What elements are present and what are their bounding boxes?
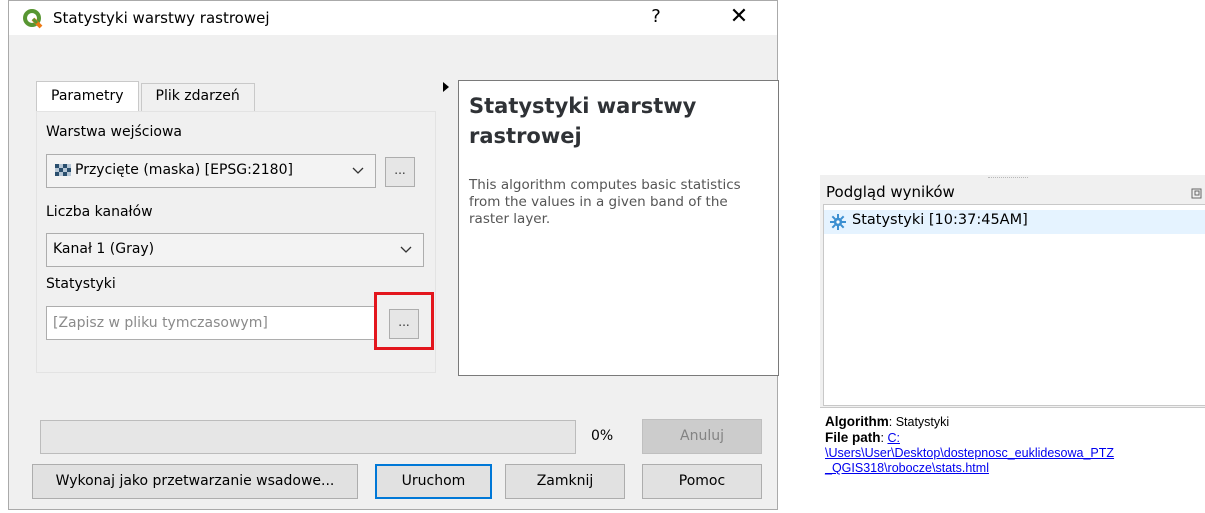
input-layer-browse-button[interactable]: ... <box>385 157 415 187</box>
chevron-down-icon <box>352 167 364 174</box>
results-viewer-panel: Podgląd wyników Statystyki [10:37:45AM] … <box>820 175 1205 513</box>
input-layer-combo[interactable]: Przycięte (maska) [EPSG:2180] <box>46 154 376 188</box>
list-item[interactable]: Statystyki [10:37:45AM] <box>824 210 1205 234</box>
help-panel: Statystyki warstwy rastrowej This algori… <box>458 80 779 376</box>
panel-grip[interactable] <box>988 177 1028 178</box>
band-value: Kanał 1 (Gray) <box>53 241 155 257</box>
results-list: Statystyki [10:37:45AM] <box>823 204 1205 406</box>
result-info-panel: Algorithm: Statystyki File path: C: \Use… <box>820 407 1205 513</box>
file-path-link-part3[interactable]: _QGIS318\robocze\stats.html <box>825 461 989 475</box>
tab-log[interactable]: Plik zdarzeń <box>140 83 255 111</box>
cancel-button[interactable]: Anuluj <box>642 419 762 454</box>
parameters-panel: Warstwa wejściowa Przycięte (maska) [EPS… <box>36 111 436 373</box>
help-button[interactable]: Pomoc <box>642 464 762 499</box>
results-viewer-title: Podgląd wyników <box>826 183 955 201</box>
raster-layer-icon <box>55 164 71 176</box>
tab-parameters[interactable]: Parametry <box>36 81 139 111</box>
input-layer-label: Warstwa wejściowa <box>46 124 182 140</box>
red-highlight-box <box>374 292 434 350</box>
band-combo[interactable]: Kanał 1 (Gray) <box>46 233 424 267</box>
statistics-label: Statystyki <box>46 276 116 292</box>
run-button[interactable]: Uruchom <box>375 464 492 499</box>
progress-text: 0% <box>591 428 614 444</box>
processing-dialog: Statystyki warstwy rastrowej ? ✕ Paramet… <box>8 0 779 510</box>
help-title: Statystyki warstwy rastrowej <box>469 94 697 148</box>
chevron-down-icon <box>400 246 412 253</box>
gear-icon <box>830 214 846 230</box>
algorithm-key: Algorithm <box>825 414 889 429</box>
progress-bar <box>40 420 576 454</box>
collapse-help-arrow-icon[interactable] <box>442 82 450 92</box>
help-title-button[interactable]: ? <box>645 6 667 27</box>
file-path-link-part1[interactable]: C: <box>887 431 900 445</box>
band-label: Liczba kanałów <box>46 204 153 220</box>
statistics-output-input[interactable]: [Zapisz w pliku tymczasowym] <box>46 306 376 340</box>
dialog-title: Statystyki warstwy rastrowej <box>53 9 270 27</box>
result-item-label: Statystyki [10:37:45AM] <box>852 212 1028 228</box>
file-path-key: File path <box>825 430 881 445</box>
dialog-tabs: Parametry Plik zdarzeń <box>36 81 257 111</box>
input-layer-value: Przycięte (maska) [EPSG:2180] <box>75 162 293 178</box>
undock-icon[interactable] <box>1191 188 1205 200</box>
file-path-link-part2[interactable]: \Users\User\Desktop\dostepnosc_euklideso… <box>825 446 1114 460</box>
help-description: This algorithm computes basic statistics… <box>469 177 741 227</box>
batch-process-button[interactable]: Wykonaj jako przetwarzanie wsadowe... <box>32 464 358 499</box>
close-window-button[interactable]: ✕ <box>725 4 753 29</box>
title-bar: Statystyki warstwy rastrowej ? ✕ <box>9 1 777 35</box>
close-button[interactable]: Zamknij <box>505 464 625 499</box>
algorithm-value: : Statystyki <box>888 415 950 429</box>
qgis-logo-icon <box>23 9 43 29</box>
